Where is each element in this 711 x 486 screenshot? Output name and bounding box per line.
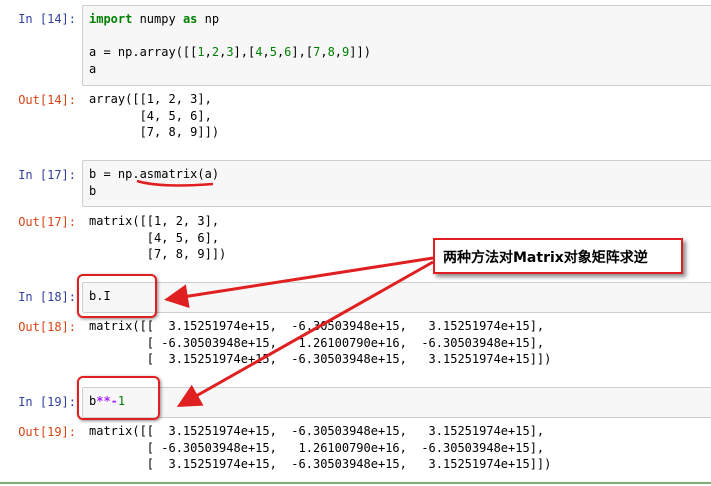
arrow-to-b-power bbox=[176, 260, 434, 407]
asmatrix-underline bbox=[136, 179, 214, 187]
bottom-divider bbox=[0, 482, 711, 484]
annotation-callout: 两种方法对Matrix对象矩阵求逆 bbox=[433, 238, 683, 274]
arrow-to-b-inverse bbox=[164, 256, 434, 309]
